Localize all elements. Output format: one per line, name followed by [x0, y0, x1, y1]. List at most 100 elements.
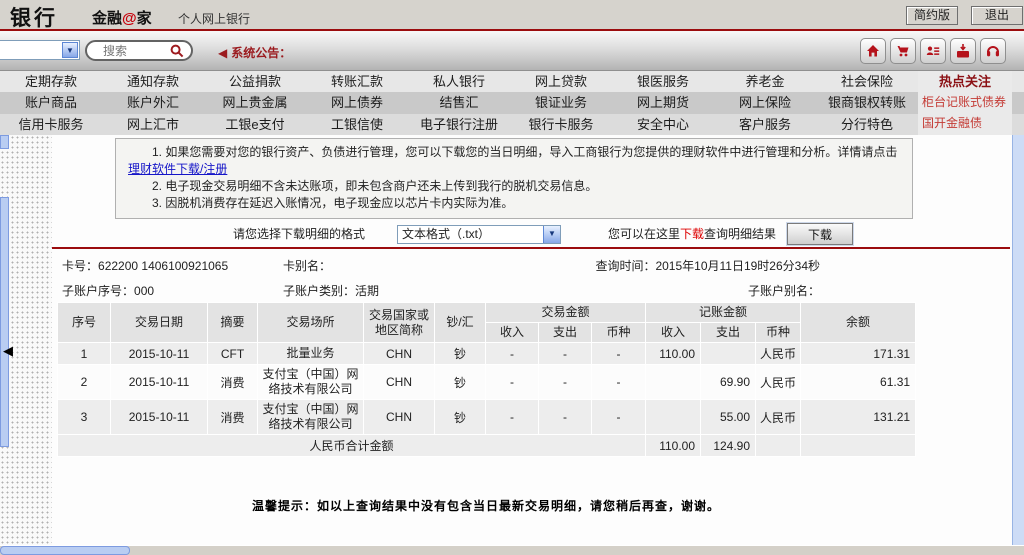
table-row: 1 2015-10-11 CFT 批量业务 CHN 钞 - - - 110.00…	[57, 342, 917, 365]
red-separator	[52, 247, 1010, 249]
col-txn-expense: 支出	[538, 322, 592, 343]
nav-item[interactable]: 网上保险	[714, 92, 816, 113]
nav-row-1: 定期存款 通知存款 公益捐款 转账汇款 私人银行 网上贷款 银医服务 养老金 社…	[0, 71, 1024, 93]
nav-item[interactable]: 电子银行注册	[408, 114, 510, 135]
bank-logo-text: 银行	[10, 7, 58, 30]
col-seq: 序号	[57, 302, 111, 343]
sub-account-seq-value: 000	[134, 284, 155, 298]
download-button[interactable]: 下载	[787, 223, 853, 245]
cell: 人民币	[755, 399, 802, 435]
format-select-value: 文本格式（.txt）	[402, 227, 491, 241]
account-info-row-1: 卡号：622200 1406100921065 卡别名： 查询时间：2015年1…	[52, 257, 915, 273]
right-scrollbar[interactable]	[1012, 135, 1024, 545]
cell: CHN	[363, 364, 435, 400]
nav-item[interactable]: 银商银权转账	[816, 92, 918, 113]
hot-topic-link[interactable]: 柜台记账式债券	[922, 92, 1008, 113]
col-group-book: 记账金额	[645, 302, 802, 323]
col-country: 交易国家或地区简称	[363, 302, 435, 343]
nav-item[interactable]: 账户商品	[0, 92, 102, 113]
cell: 2015-10-11	[110, 342, 208, 365]
online-banking-window: 银行 金融@家 个人网上银行 简约版 退出 ▼ ◀系统公告：	[0, 0, 1024, 555]
horizontal-scrollbar[interactable]	[0, 546, 130, 555]
query-time-value: 2015年10月11日19时26分34秒	[655, 259, 820, 273]
cell: 批量业务	[257, 342, 364, 365]
home-icon[interactable]	[860, 38, 886, 64]
contacts-icon[interactable]	[920, 38, 946, 64]
search-icon[interactable]	[169, 43, 185, 59]
nav-item[interactable]: 银证业务	[510, 92, 612, 113]
nav-item[interactable]: 转账汇款	[306, 71, 408, 92]
brand-post: 家	[136, 10, 152, 27]
shopping-cart-icon[interactable]	[890, 38, 916, 64]
footer-tip: 温馨提示：如以上查询结果中没有包含当日最新交易明细，请您稍后再查，谢谢。	[251, 499, 720, 513]
nav-item[interactable]: 分行特色	[816, 114, 918, 135]
col-book-expense: 支出	[700, 322, 757, 343]
customer-service-icon[interactable]	[980, 38, 1006, 64]
search-input[interactable]	[103, 43, 163, 58]
cell: 钞	[434, 342, 486, 365]
sub-account-type: 子账户类别：活期	[283, 282, 379, 299]
chevron-down-icon[interactable]: ▼	[62, 42, 78, 58]
nav-item[interactable]: 网上债券	[306, 92, 408, 113]
cell: 2015-10-11	[110, 399, 208, 435]
nav-item[interactable]: 工银信使	[306, 114, 408, 135]
brand-text: 金融@家	[92, 7, 152, 28]
cell: -	[485, 399, 539, 435]
statement-panel: 1. 如果您需要对您的银行资产、负债进行管理，您可以下载您的当日明细，导入工商银…	[52, 135, 1010, 545]
nav-item[interactable]: 养老金	[714, 71, 816, 92]
download-row: 请您选择下载明细的格式 文本格式（.txt） ▼ 您可以在这里下载查询明细结果 …	[52, 223, 915, 247]
col-cash: 钞/汇	[434, 302, 486, 343]
menu-combobox[interactable]: ▼	[0, 40, 80, 60]
finance-software-link[interactable]: 理财软件下载/注册	[128, 162, 227, 176]
nav-item[interactable]: 网上贵金属	[204, 92, 306, 113]
nav-item[interactable]: 网上贷款	[510, 71, 612, 92]
nav-item[interactable]: 社会保险	[816, 71, 918, 92]
format-select[interactable]: 文本格式（.txt） ▼	[397, 225, 561, 244]
card-alias-label: 卡别名：	[283, 259, 332, 273]
toolbar: ▼ ◀系统公告：	[0, 31, 1024, 71]
hint-download-word: 下载	[680, 227, 705, 241]
nav-item[interactable]: 通知存款	[102, 71, 204, 92]
title-bar: 银行 金融@家 个人网上银行 简约版 退出	[0, 0, 1024, 30]
nav-item[interactable]: 工银e支付	[204, 114, 306, 135]
account-info-row-2: 子账户序号：000 子账户类别：活期 子账户别名：	[52, 282, 915, 298]
left-frame-divider[interactable]	[0, 197, 9, 447]
chevron-down-icon[interactable]: ▼	[543, 226, 560, 243]
nav-item[interactable]: 账户外汇	[102, 92, 204, 113]
nav-item[interactable]: 结售汇	[408, 92, 510, 113]
cell: CHN	[363, 399, 435, 435]
page-subtitle: 个人网上银行	[178, 12, 251, 26]
cell: 2	[57, 364, 111, 400]
cell: 支付宝（中国）网络技术有限公司	[257, 399, 364, 435]
logout-button[interactable]: 退出	[971, 6, 1023, 25]
nav-item[interactable]: 安全中心	[612, 114, 714, 135]
hot-topic-link[interactable]: 国开金融债	[922, 113, 1008, 134]
nav-item[interactable]: 私人银行	[408, 71, 510, 92]
cell	[800, 434, 917, 457]
cell: 消费	[207, 399, 258, 435]
collapse-left-icon[interactable]: ◀	[3, 343, 13, 359]
col-txn-income: 收入	[485, 322, 539, 343]
cell: -	[538, 364, 592, 400]
nav-item[interactable]: 网上汇市	[102, 114, 204, 135]
search-box[interactable]	[85, 40, 193, 61]
nav-item[interactable]: 网上期货	[612, 92, 714, 113]
nav-item[interactable]: 银医服务	[612, 71, 714, 92]
content-area: ◀ 1. 如果您需要对您的银行资产、负债进行管理，您可以下载您的当日明细，导入工…	[0, 135, 1024, 545]
announcement-label: 系统公告：	[231, 46, 292, 60]
mail-download-icon[interactable]	[950, 38, 976, 64]
cell: -	[590, 399, 647, 435]
transactions-table: 序号 交易日期 摘要 交易场所 交易国家或地区简称 钞/汇 交易金额 记账金额 …	[56, 302, 917, 457]
simple-version-button[interactable]: 简约版	[906, 6, 958, 25]
main-nav: 定期存款 通知存款 公益捐款 转账汇款 私人银行 网上贷款 银医服务 养老金 社…	[0, 71, 1024, 135]
nav-item[interactable]: 信用卡服务	[0, 114, 102, 135]
cell	[700, 342, 757, 365]
nav-item[interactable]: 定期存款	[0, 71, 102, 92]
card-number: 卡号：622200 1406100921065	[62, 257, 228, 274]
nav-item[interactable]: 客户服务	[714, 114, 816, 135]
nav-row-2: 账户商品 账户外汇 网上贵金属 网上债券 结售汇 银证业务 网上期货 网上保险 …	[0, 92, 1024, 114]
sub-account-alias-label: 子账户别名：	[747, 284, 820, 298]
left-scrollbar-top[interactable]	[0, 135, 9, 149]
nav-item[interactable]: 公益捐款	[204, 71, 306, 92]
nav-item[interactable]: 银行卡服务	[510, 114, 612, 135]
